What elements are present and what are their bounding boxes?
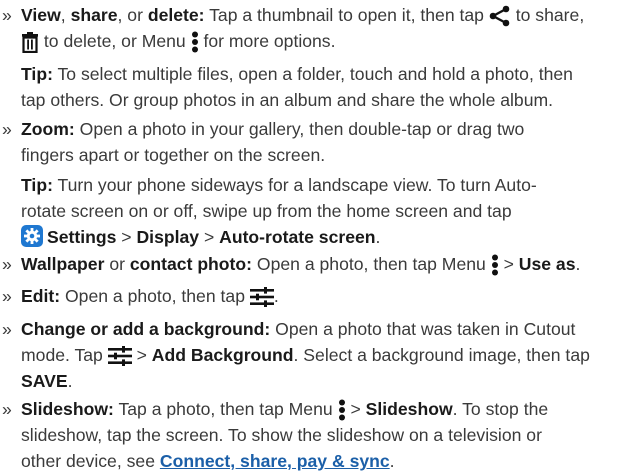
display-label: Display [136, 227, 200, 247]
separator: > [116, 227, 137, 247]
instruction-text: Open a photo, then tap Menu [252, 254, 491, 274]
zoom-item: » Zoom: Open a photo in your gallery, th… [2, 116, 615, 168]
term-zoom: Zoom: [21, 119, 75, 139]
menu-dots-icon [338, 399, 346, 421]
instruction-text: Open a photo that was taken in Cutout [270, 319, 576, 339]
period: . [67, 371, 73, 391]
instruction-text: to share, [510, 5, 585, 25]
instruction-text: mode. Tap [21, 345, 108, 365]
slideshow-label: Slideshow [365, 399, 453, 419]
instruction-text: Tap a photo, then tap Menu [113, 399, 338, 419]
edit-item: » Edit: Open a photo, then tap . [2, 283, 615, 309]
help-page: » View, share, or delete: Tap a thumbnai… [0, 0, 621, 471]
instruction-text: to delete, or Menu [39, 31, 191, 51]
bullet: » [2, 286, 12, 306]
tip-label: Tip: [21, 64, 53, 84]
instruction-text: for more options. [198, 31, 336, 51]
period: . [375, 227, 381, 247]
share-icon [489, 5, 511, 27]
term-contact-photo: contact photo: [129, 254, 253, 274]
period: . [575, 254, 581, 274]
slideshow-item: » Slideshow: Tap a photo, then tap Menu … [2, 396, 615, 474]
menu-dots-icon [491, 254, 499, 276]
separator: > [199, 227, 220, 247]
period: . [273, 286, 279, 306]
tip-label: Tip: [21, 175, 53, 195]
auto-rotate-label: Auto-rotate screen [219, 227, 376, 247]
bullet: » [2, 319, 12, 339]
term-share: share [70, 5, 118, 25]
separator: > [345, 399, 366, 419]
term-slideshow: Slideshow: [21, 399, 114, 419]
wallpaper-item: » Wallpaper or contact photo: Open a pho… [2, 251, 615, 277]
tip-text: tap others. Or group photos in an album … [21, 90, 554, 110]
sep: , or [117, 5, 148, 25]
term-delete: delete: [147, 5, 205, 25]
bullet: » [2, 5, 12, 25]
bullet: » [2, 254, 12, 274]
term-background: Change or add a background: [21, 319, 271, 339]
instruction-text: Tap a thumbnail to open it, then tap [204, 5, 489, 25]
menu-dots-icon [191, 31, 199, 53]
save-label: SAVE [21, 371, 68, 391]
background-item: » Change or add a background: Open a pho… [2, 316, 615, 394]
tip-text: To select multiple files, open a folder,… [52, 64, 573, 84]
view-share-delete-item: » View, share, or delete: Tap a thumbnai… [2, 2, 615, 54]
instruction-text: . Select a background image, then tap [293, 345, 590, 365]
bullet: » [2, 399, 12, 419]
edit-sliders-icon [107, 346, 132, 367]
connect-share-pay-sync-link[interactable]: Connect, share, pay & sync [160, 451, 390, 471]
instruction-text: Open a photo, then tap [60, 286, 250, 306]
tip-multiple-files: Tip: To select multiple files, open a fo… [21, 61, 615, 113]
tip-text: Turn your phone sideways for a landscape… [52, 175, 537, 195]
instruction-text: fingers apart or together on the screen. [21, 145, 326, 165]
edit-sliders-icon [249, 287, 274, 308]
period: . [389, 451, 395, 471]
settings-gear-icon [21, 225, 43, 247]
use-as-label: Use as [518, 254, 576, 274]
instruction-text: . To stop the [452, 399, 549, 419]
term-edit: Edit: [21, 286, 61, 306]
separator: > [498, 254, 519, 274]
trash-icon [21, 31, 39, 53]
tip-text: rotate screen on or off, swipe up from t… [21, 201, 512, 221]
instruction-text: Open a photo in your gallery, then doubl… [74, 119, 525, 139]
term-wallpaper: Wallpaper [21, 254, 105, 274]
term-view: View [21, 5, 61, 25]
instruction-text: other device, see [21, 451, 160, 471]
separator: > [131, 345, 152, 365]
tip-landscape: Tip: Turn your phone sideways for a land… [21, 172, 615, 250]
bullet: » [2, 119, 12, 139]
add-background-label: Add Background [151, 345, 294, 365]
conjunction: or [104, 254, 130, 274]
instruction-text: slideshow, tap the screen. To show the s… [21, 425, 542, 445]
sep: , [60, 5, 71, 25]
settings-label: Settings [47, 227, 117, 247]
